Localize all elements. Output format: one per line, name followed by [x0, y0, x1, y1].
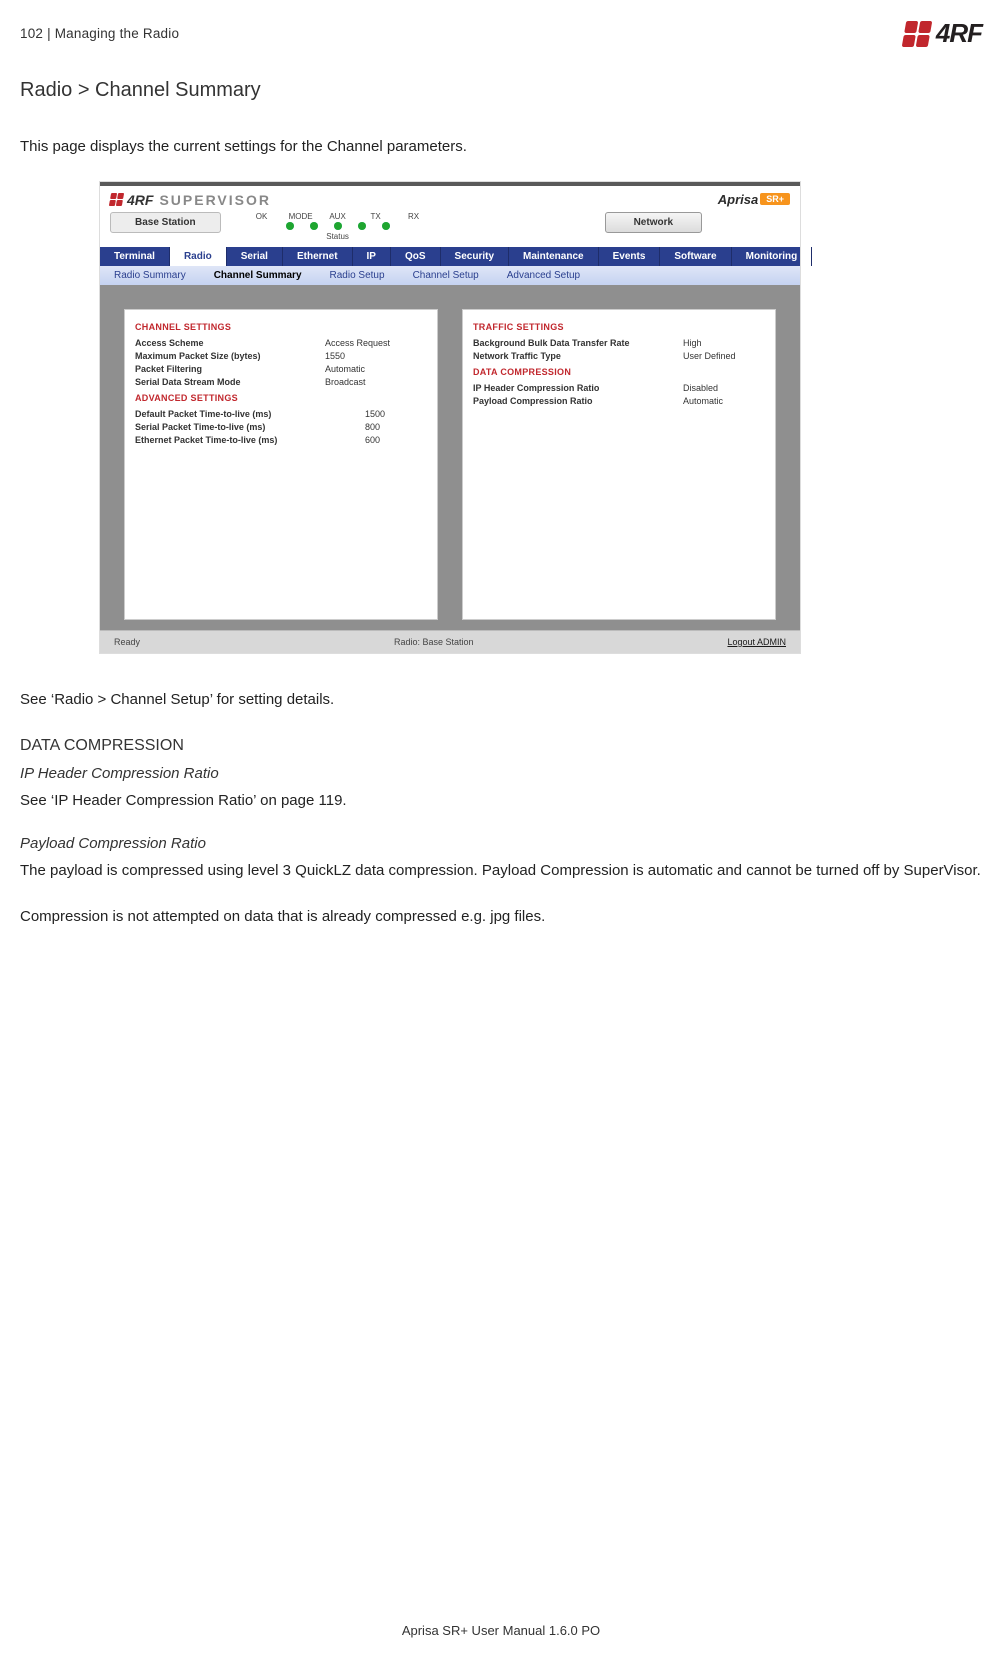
sub-tabs: Radio Summary Channel Summary Radio Setu…: [100, 266, 800, 285]
led-label-mode: MODE: [289, 212, 311, 221]
subtab-radio-summary[interactable]: Radio Summary: [100, 266, 200, 285]
row-network-traffic-type: Network Traffic TypeUser Defined: [473, 351, 765, 361]
base-station-box: Base Station: [110, 212, 221, 233]
aprisa-label: Aprisa: [718, 192, 758, 207]
advanced-settings-head: ADVANCED SETTINGS: [135, 393, 427, 403]
subtab-advanced-setup[interactable]: Advanced Setup: [493, 266, 594, 285]
header-left-text: 102 | Managing the Radio: [20, 26, 179, 41]
see-ip-ratio: See ‘IP Header Compression Ratio’ on pag…: [20, 790, 982, 812]
brand-text: 4RF: [936, 18, 982, 49]
led-aux-icon: [334, 222, 342, 230]
supervisor-screenshot: 4RFSUPERVISOR AprisaSR+ Base Station OK …: [100, 182, 800, 653]
traffic-settings-head: TRAFFIC SETTINGS: [473, 322, 765, 332]
tab-qos[interactable]: QoS: [391, 247, 441, 266]
left-panel: CHANNEL SETTINGS Access SchemeAccess Req…: [124, 309, 438, 620]
section-data-compression: DATA COMPRESSION: [20, 737, 982, 755]
led-rx-icon: [382, 222, 390, 230]
sv-header-bar: 4RFSUPERVISOR AprisaSR+: [100, 186, 800, 210]
logout-link[interactable]: Logout ADMIN: [727, 637, 786, 647]
tab-ethernet[interactable]: Ethernet: [283, 247, 353, 266]
tab-events[interactable]: Events: [599, 247, 661, 266]
tab-serial[interactable]: Serial: [227, 247, 283, 266]
led-tx-icon: [358, 222, 366, 230]
row-packet-filtering: Packet FilteringAutomatic: [135, 364, 427, 374]
row-ethernet-ttl: Ethernet Packet Time-to-live (ms)600: [135, 435, 427, 445]
footer-ready: Ready: [114, 637, 140, 647]
tab-maintenance[interactable]: Maintenance: [509, 247, 599, 266]
footer-radio-info: Radio: Base Station: [394, 637, 474, 647]
row-payload-compression: Payload Compression RatioAutomatic: [473, 396, 765, 406]
row-serial-data-stream: Serial Data Stream ModeBroadcast: [135, 377, 427, 387]
tab-monitoring[interactable]: Monitoring: [732, 247, 813, 266]
sv-footer-bar: Ready Radio: Base Station Logout ADMIN: [100, 630, 800, 653]
tab-software[interactable]: Software: [660, 247, 731, 266]
section-ip-header-ratio: IP Header Compression Ratio: [20, 765, 982, 782]
tab-radio[interactable]: Radio: [170, 247, 227, 266]
main-tabs: Terminal Radio Serial Ethernet IP QoS Se…: [100, 247, 800, 266]
led-label-ok: OK: [251, 212, 273, 221]
intro-paragraph: This page displays the current settings …: [20, 136, 982, 158]
see-channel-setup: See ‘Radio > Channel Setup’ for setting …: [20, 689, 982, 711]
aprisa-badge: AprisaSR+: [718, 192, 790, 207]
network-button[interactable]: Network: [605, 212, 702, 233]
brand-squares-icon: [902, 21, 933, 47]
data-compression-head: DATA COMPRESSION: [473, 367, 765, 377]
page-title: Radio > Channel Summary: [20, 79, 982, 102]
tab-security[interactable]: Security: [441, 247, 509, 266]
row-access-scheme: Access SchemeAccess Request: [135, 338, 427, 348]
panels-row: CHANNEL SETTINGS Access SchemeAccess Req…: [100, 285, 800, 630]
led-label-rx: RX: [403, 212, 425, 221]
brand-logo: 4RF: [904, 18, 982, 49]
section-payload-ratio: Payload Compression Ratio: [20, 835, 982, 852]
channel-settings-head: CHANNEL SETTINGS: [135, 322, 427, 332]
sv-logo-squares-icon: [109, 193, 124, 206]
row-max-packet-size: Maximum Packet Size (bytes)1550: [135, 351, 427, 361]
doc-footer: Aprisa SR+ User Manual 1.6.0 PO: [0, 1623, 1002, 1638]
supervisor-logo: 4RFSUPERVISOR: [110, 192, 271, 208]
right-panel: TRAFFIC SETTINGS Background Bulk Data Tr…: [462, 309, 776, 620]
payload-para-2: Compression is not attempted on data tha…: [20, 906, 982, 928]
subtab-channel-setup[interactable]: Channel Setup: [399, 266, 493, 285]
aprisa-plus: SR+: [760, 193, 790, 205]
status-word: Status: [326, 232, 349, 241]
subtab-radio-setup[interactable]: Radio Setup: [316, 266, 399, 285]
subtab-channel-summary[interactable]: Channel Summary: [200, 266, 316, 285]
row-serial-ttl: Serial Packet Time-to-live (ms)800: [135, 422, 427, 432]
row-bg-bulk-rate: Background Bulk Data Transfer RateHigh: [473, 338, 765, 348]
tab-ip[interactable]: IP: [353, 247, 391, 266]
payload-para-1: The payload is compressed using level 3 …: [20, 860, 982, 882]
tab-terminal[interactable]: Terminal: [100, 247, 170, 266]
page-header: 102 | Managing the Radio 4RF: [20, 18, 982, 49]
led-mode-icon: [310, 222, 318, 230]
led-label-aux: AUX: [327, 212, 349, 221]
status-leds: OK MODE AUX TX RX Status: [251, 212, 425, 241]
row-default-ttl: Default Packet Time-to-live (ms)1500: [135, 409, 427, 419]
supervisor-word: SUPERVISOR: [159, 192, 271, 208]
row-ip-header-compression: IP Header Compression RatioDisabled: [473, 383, 765, 393]
led-label-tx: TX: [365, 212, 387, 221]
led-ok-icon: [286, 222, 294, 230]
sv-status-row: Base Station OK MODE AUX TX RX Status Ne…: [100, 210, 800, 247]
